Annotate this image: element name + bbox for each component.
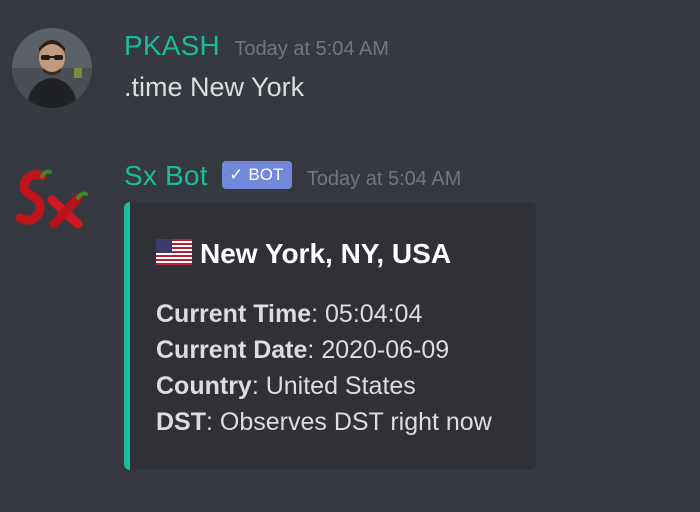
bot-tag-label: BOT (248, 165, 284, 184)
user-avatar[interactable] (12, 28, 92, 108)
embed-field-current-date: Current Date: 2020-06-09 (156, 336, 449, 365)
embed: New York, NY, USA Current Time: 05:04:04… (124, 202, 536, 470)
message-content: .time New York (124, 72, 305, 102)
check-icon: ✓ (229, 165, 244, 184)
field-label: Country (156, 372, 252, 400)
us-flag-icon (156, 239, 192, 265)
field-value: : 05:04:04 (311, 300, 423, 328)
message-header: PKASH Today at 5:04 AM (124, 30, 389, 62)
chili-sx-logo-icon (15, 169, 88, 229)
field-label: DST (156, 408, 206, 436)
username[interactable]: Sx Bot (124, 160, 208, 191)
timestamp[interactable]: Today at 5:04 AM (234, 38, 389, 60)
username[interactable]: PKASH (124, 30, 220, 61)
timestamp[interactable]: Today at 5:04 AM (307, 168, 462, 190)
embed-field-country: Country: United States (156, 372, 416, 401)
embed-field-current-time: Current Time: 05:04:04 (156, 300, 422, 329)
field-value: : 2020-06-09 (307, 336, 450, 364)
field-value: : United States (251, 372, 416, 400)
embed-field-dst: DST: Observes DST right now (156, 408, 492, 437)
embed-title-text: New York, NY, USA (200, 238, 452, 269)
embed-title: New York, NY, USA (156, 238, 451, 270)
field-label: Current Time (156, 300, 312, 328)
field-value: : Observes DST right now (206, 408, 492, 436)
person-icon (12, 28, 92, 108)
bot-tag: ✓ BOT (222, 161, 293, 189)
field-label: Current Date (156, 336, 308, 364)
embed-accent-bar (124, 202, 130, 470)
bot-avatar[interactable] (12, 162, 92, 242)
message-header: Sx Bot ✓ BOT Today at 5:04 AM (124, 160, 461, 192)
